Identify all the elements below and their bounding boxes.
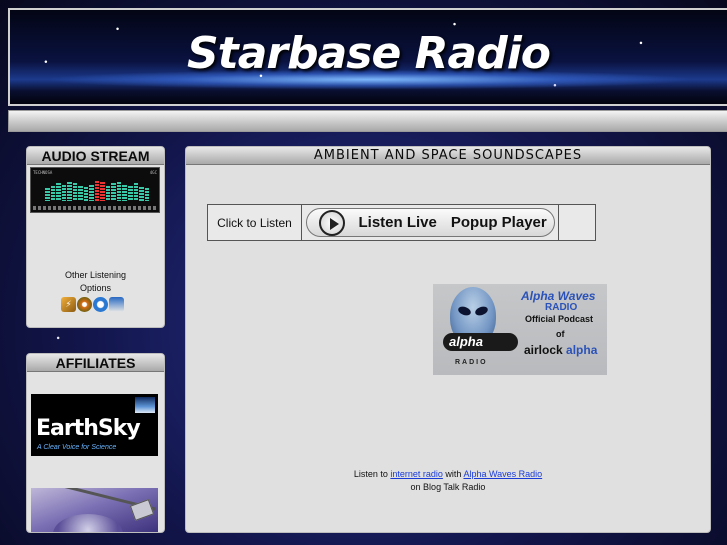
- play-icon: [318, 209, 345, 236]
- earthsky-banner[interactable]: EarthSky A Clear Voice for Science: [31, 394, 158, 456]
- popup-player-label: Popup Player: [450, 214, 547, 231]
- listen-table: Click to Listen Listen Live Popup Player: [207, 204, 596, 241]
- listen-live-popup-button[interactable]: Listen Live Popup Player: [305, 208, 555, 237]
- click-to-listen-label: Click to Listen: [208, 205, 302, 240]
- affiliates-heading: AFFILIATES: [27, 354, 164, 372]
- site-title: Starbase Radio: [186, 28, 551, 79]
- audio-stream-heading: AUDIO STREAM: [27, 147, 164, 165]
- audio-stream-panel: AUDIO STREAM TECHNOSA 4GC Other Listenin…: [26, 146, 165, 328]
- quicktime-icon[interactable]: [93, 297, 108, 312]
- alpha-waves-banner[interactable]: alpha RADIO Alpha Waves RADIO Official P…: [433, 284, 607, 375]
- alpha-waves-radio-link[interactable]: Alpha Waves Radio: [463, 469, 542, 479]
- audio-player[interactable]: TECHNOSA 4GC: [30, 167, 160, 213]
- space-station-banner[interactable]: [31, 488, 158, 532]
- player-station-label: TECHNOSA: [33, 170, 53, 175]
- player-format-label: 4GC: [149, 170, 157, 175]
- affiliates-panel: AFFILIATES EarthSky A Clear Voice for Sc…: [26, 353, 165, 533]
- main-heading: AMBIENT AND SPACE SOUNDSCAPES: [186, 147, 710, 165]
- player-options-icons: ⚡: [61, 297, 124, 312]
- winamp-icon[interactable]: ⚡: [61, 297, 76, 312]
- listen-live-label: Listen Live: [358, 214, 437, 231]
- main-content-panel: AMBIENT AND SPACE SOUNDSCAPES Click to L…: [185, 146, 711, 533]
- internet-radio-link[interactable]: internet radio: [390, 469, 443, 479]
- windows-media-icon[interactable]: [77, 297, 92, 312]
- podcast-footer-text: Listen to internet radio with Alpha Wave…: [353, 469, 543, 492]
- alpha-logo: alpha: [443, 333, 518, 351]
- equalizer-display: [45, 179, 150, 201]
- globe-icon: [135, 397, 155, 413]
- real-player-icon[interactable]: [109, 297, 124, 312]
- nav-bar: [8, 110, 727, 132]
- other-listening-options: Other Listening Options: [64, 270, 127, 293]
- site-header: Starbase Radio: [8, 8, 727, 106]
- player-seek-bar[interactable]: [33, 206, 157, 210]
